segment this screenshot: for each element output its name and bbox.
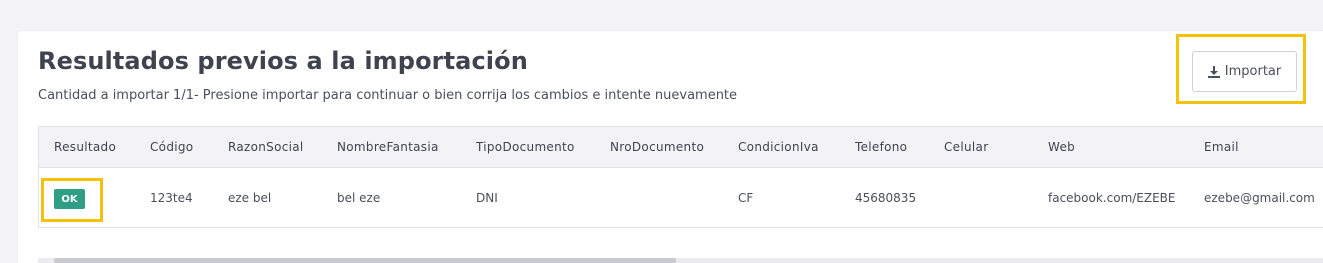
column-header-web: Web xyxy=(1048,140,1076,154)
cell-codigo: 123te4 xyxy=(150,191,193,205)
column-header-celular: Celular xyxy=(944,140,989,154)
column-header-nrodocumento: NroDocumento xyxy=(610,140,705,154)
column-header-razonsocial: RazonSocial xyxy=(228,140,304,154)
cell-razonsocial: eze bel xyxy=(228,191,272,205)
cell-telefono: 45680835 xyxy=(855,191,917,205)
page-title: Resultados previos a la importación xyxy=(38,47,528,75)
import-button[interactable]: Importar xyxy=(1192,51,1297,92)
column-header-nombrefantasia: NombreFantasia xyxy=(337,140,439,154)
column-header-telefono: Telefono xyxy=(855,140,908,154)
table-header: Resultado Código RazonSocial NombreFanta… xyxy=(39,127,1323,168)
column-header-condicioniva: CondicionIva xyxy=(738,140,819,154)
horizontal-scrollbar[interactable] xyxy=(38,258,1323,263)
column-header-resultado: Resultado xyxy=(54,140,117,154)
page-subtitle: Cantidad a importar 1/1- Presione import… xyxy=(38,88,738,103)
column-header-codigo: Código xyxy=(150,140,194,154)
results-table: Resultado Código RazonSocial NombreFanta… xyxy=(38,126,1323,228)
column-header-email: Email xyxy=(1204,140,1239,154)
scrollbar-thumb[interactable] xyxy=(54,258,676,263)
cell-email: ezebe@gmail.com xyxy=(1204,191,1315,205)
cell-tipodocumento: DNI xyxy=(476,191,498,205)
import-results-card: Resultados previos a la importación Cant… xyxy=(18,31,1323,263)
status-badge: OK xyxy=(54,189,85,209)
column-header-tipodocumento: TipoDocumento xyxy=(476,140,575,154)
download-icon xyxy=(1207,65,1220,78)
cell-nombrefantasia: bel eze xyxy=(337,191,381,205)
cell-web: facebook.com/EZEBE xyxy=(1048,191,1176,205)
import-button-label: Importar xyxy=(1224,64,1282,79)
cell-condicioniva: CF xyxy=(738,191,754,205)
